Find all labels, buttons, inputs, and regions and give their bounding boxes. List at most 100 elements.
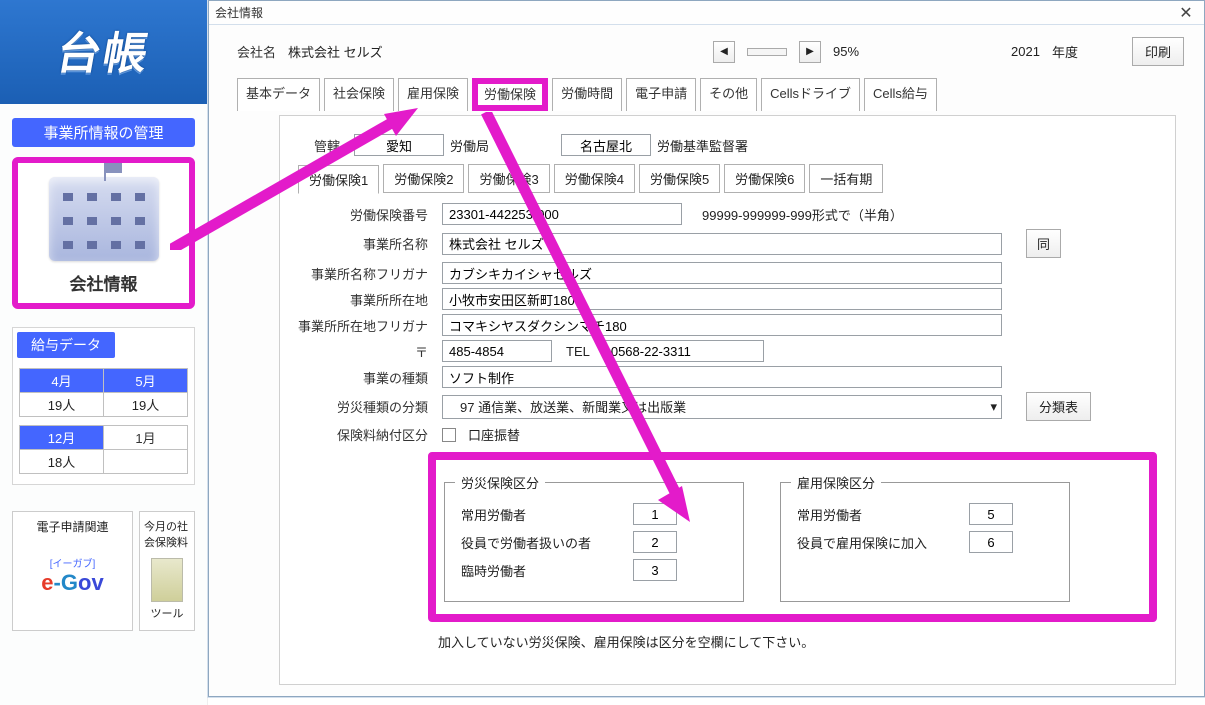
salary-data-card: 給与データ 4月 5月 19人 19人 12月 1月 18人 — [12, 327, 195, 485]
social-insurance-box[interactable]: 今月の社会保険料 ツール — [139, 511, 195, 631]
addr-input[interactable] — [442, 288, 1002, 310]
rosai-r1-label: 常用労働者 — [461, 505, 621, 524]
addr-label: 事業所所在地 — [298, 290, 436, 309]
chevron-down-icon: ▾ — [990, 399, 997, 415]
company-info-card[interactable]: 会社情報 — [12, 157, 195, 309]
roudou-no-input[interactable] — [442, 203, 682, 225]
same-button[interactable]: 同 — [1026, 229, 1061, 258]
salary-data-title: 給与データ — [17, 332, 115, 358]
pay-checkbox[interactable] — [442, 428, 456, 442]
dialog-title: 会社情報 — [215, 4, 1174, 21]
cls-select[interactable]: 97 通信業、放送業、新聞業又は出版業 ▾ — [442, 395, 1002, 419]
rosai-box: 労災保険区分 常用労働者 役員で労働者扱いの者 臨時労働者 — [444, 482, 744, 602]
jigyo-kana-label: 事業所名称フリガナ — [298, 264, 436, 283]
dialog-titlebar: 会社情報 ✕ — [209, 1, 1204, 25]
zip-label: 〒 — [298, 342, 436, 361]
sub-tab-row: 労働保険1 労働保険2 労働保険3 労働保険4 労働保険5 労働保険6 一括有期 — [298, 164, 1157, 193]
subtab-roudou2[interactable]: 労働保険2 — [383, 164, 464, 193]
scroll-right-button[interactable]: ▶ — [799, 41, 821, 63]
koyo-r1-input[interactable] — [969, 503, 1013, 525]
subtab-roudou3[interactable]: 労働保険3 — [468, 164, 549, 193]
rosai-title: 労災保険区分 — [455, 473, 545, 492]
year-value: 2021 — [1011, 44, 1040, 59]
salary-table-1: 4月 5月 19人 19人 — [19, 368, 188, 417]
subtab-roudou1[interactable]: 労働保険1 — [298, 165, 379, 194]
subtab-ikkatsu[interactable]: 一括有期 — [809, 164, 883, 193]
salary-col-jan[interactable]: 1月 — [104, 426, 188, 450]
year-suffix: 年度 — [1052, 42, 1078, 61]
scroll-left-button[interactable]: ◀ — [713, 41, 735, 63]
sidebar-section-header: 事業所情報の管理 — [12, 118, 195, 147]
koyo-box: 雇用保険区分 常用労働者 役員で雇用保険に加入 — [780, 482, 1070, 602]
rosai-r2-label: 役員で労働者扱いの者 — [461, 533, 621, 552]
tab-hours[interactable]: 労働時間 — [552, 78, 622, 111]
subtab-roudou5[interactable]: 労働保険5 — [639, 164, 720, 193]
company-info-dialog: 会社情報 ✕ 会社名 株式会社 セルズ ◀ ▶ 95% 2021 年度 印刷 基… — [208, 0, 1205, 697]
rosai-r2-input[interactable] — [633, 531, 677, 553]
tab-eapply[interactable]: 電子申請 — [626, 78, 696, 111]
salary-val-jan — [104, 450, 188, 474]
pref-input[interactable] — [354, 134, 444, 156]
building-icon — [49, 177, 159, 261]
foot-note: 加入していない労災保険、雇用保険は区分を空欄にして下さい。 — [438, 632, 1157, 651]
rosai-r3-input[interactable] — [633, 559, 677, 581]
sidebar-bottom-row: 電子申請関連 [イーガブ] e-Gov 今月の社会保険料 ツール — [12, 511, 195, 631]
koyo-r1-label: 常用労働者 — [797, 505, 957, 524]
rosai-r3-label: 臨時労働者 — [461, 561, 621, 580]
rosai-r1-input[interactable] — [633, 503, 677, 525]
roudoukyoku-label: 労働局 — [450, 136, 489, 155]
tool-label: ツール — [144, 605, 190, 621]
cls-value: 97 通信業、放送業、新聞業又は出版業 — [447, 397, 686, 416]
jigyo-kana-input[interactable] — [442, 262, 1002, 284]
insurance-classification-highlight: 労災保険区分 常用労働者 役員で労働者扱いの者 臨時労働者 雇用保険区分 常用労… — [428, 452, 1157, 622]
tab-other[interactable]: その他 — [700, 78, 757, 111]
salary-table-2: 12月 1月 18人 — [19, 425, 188, 474]
subtab-roudou4[interactable]: 労働保険4 — [554, 164, 635, 193]
pay-checkbox-label: 口座振替 — [468, 425, 520, 444]
app-logo-text: 台帳 — [52, 17, 155, 81]
app-logo-banner: 台帳 — [0, 0, 208, 104]
tab-social[interactable]: 社会保険 — [324, 78, 394, 111]
zip-input[interactable] — [442, 340, 552, 362]
addr-kana-input[interactable] — [442, 314, 1002, 336]
zoom-scrollbar[interactable] — [747, 48, 787, 56]
jigyo-name-label: 事業所名称 — [298, 234, 436, 253]
salary-col-apr[interactable]: 4月 — [20, 369, 104, 393]
roudou-no-hint: 99999-999999-999形式で（半角） — [702, 205, 903, 224]
egov-box[interactable]: 電子申請関連 [イーガブ] e-Gov — [12, 511, 133, 631]
salary-val-apr: 19人 — [20, 393, 104, 417]
egov-logo: e-Gov — [17, 570, 128, 596]
tab-koyo[interactable]: 雇用保険 — [398, 78, 468, 111]
biz-type-label: 事業の種類 — [298, 368, 436, 387]
jigyo-name-input[interactable] — [442, 233, 1002, 255]
dialog-header-row: 会社名 株式会社 セルズ ◀ ▶ 95% 2021 年度 印刷 — [209, 25, 1204, 70]
cls-label: 労災種類の分類 — [298, 397, 436, 416]
addr-kana-label: 事業所所在地フリガナ — [298, 316, 436, 335]
koyo-title: 雇用保険区分 — [791, 473, 881, 492]
close-icon[interactable]: ✕ — [1174, 3, 1198, 23]
biz-type-input[interactable] — [442, 366, 1002, 388]
kantoku-label: 労働基準監督署 — [657, 136, 748, 155]
tab-roudou[interactable]: 労働保険 — [472, 78, 548, 111]
tab-cellsdrive[interactable]: Cellsドライブ — [761, 78, 860, 111]
print-button[interactable]: 印刷 — [1132, 37, 1184, 66]
main-tab-row: 基本データ 社会保険 雇用保険 労働保険 労働時間 電子申請 その他 Cells… — [209, 70, 1204, 111]
left-sidebar: 台帳 事業所情報の管理 会社情報 給与データ 4月 5月 19人 19人 — [0, 0, 208, 705]
company-name-label: 会社名 — [237, 42, 276, 61]
egov-title: 電子申請関連 — [17, 518, 128, 535]
cls-table-button[interactable]: 分類表 — [1026, 392, 1091, 421]
koyo-r2-label: 役員で雇用保険に加入 — [797, 533, 957, 552]
abacus-icon — [151, 558, 183, 602]
roudou-no-label: 労働保険番号 — [298, 205, 436, 224]
tab-cellssalary[interactable]: Cells給与 — [864, 78, 937, 111]
subtab-roudou6[interactable]: 労働保険6 — [724, 164, 805, 193]
office-input[interactable] — [561, 134, 651, 156]
salary-col-may[interactable]: 5月 — [104, 369, 188, 393]
form-panel: 管轄 労働局 労働基準監督署 労働保険1 労働保険2 労働保険3 労働保険4 労… — [279, 115, 1176, 685]
koyo-r2-input[interactable] — [969, 531, 1013, 553]
pay-label: 保険料納付区分 — [298, 425, 436, 444]
egov-sub: [イーガブ] — [17, 555, 128, 570]
tab-basic[interactable]: 基本データ — [237, 78, 320, 111]
tel-input[interactable] — [604, 340, 764, 362]
salary-col-dec[interactable]: 12月 — [20, 426, 104, 450]
